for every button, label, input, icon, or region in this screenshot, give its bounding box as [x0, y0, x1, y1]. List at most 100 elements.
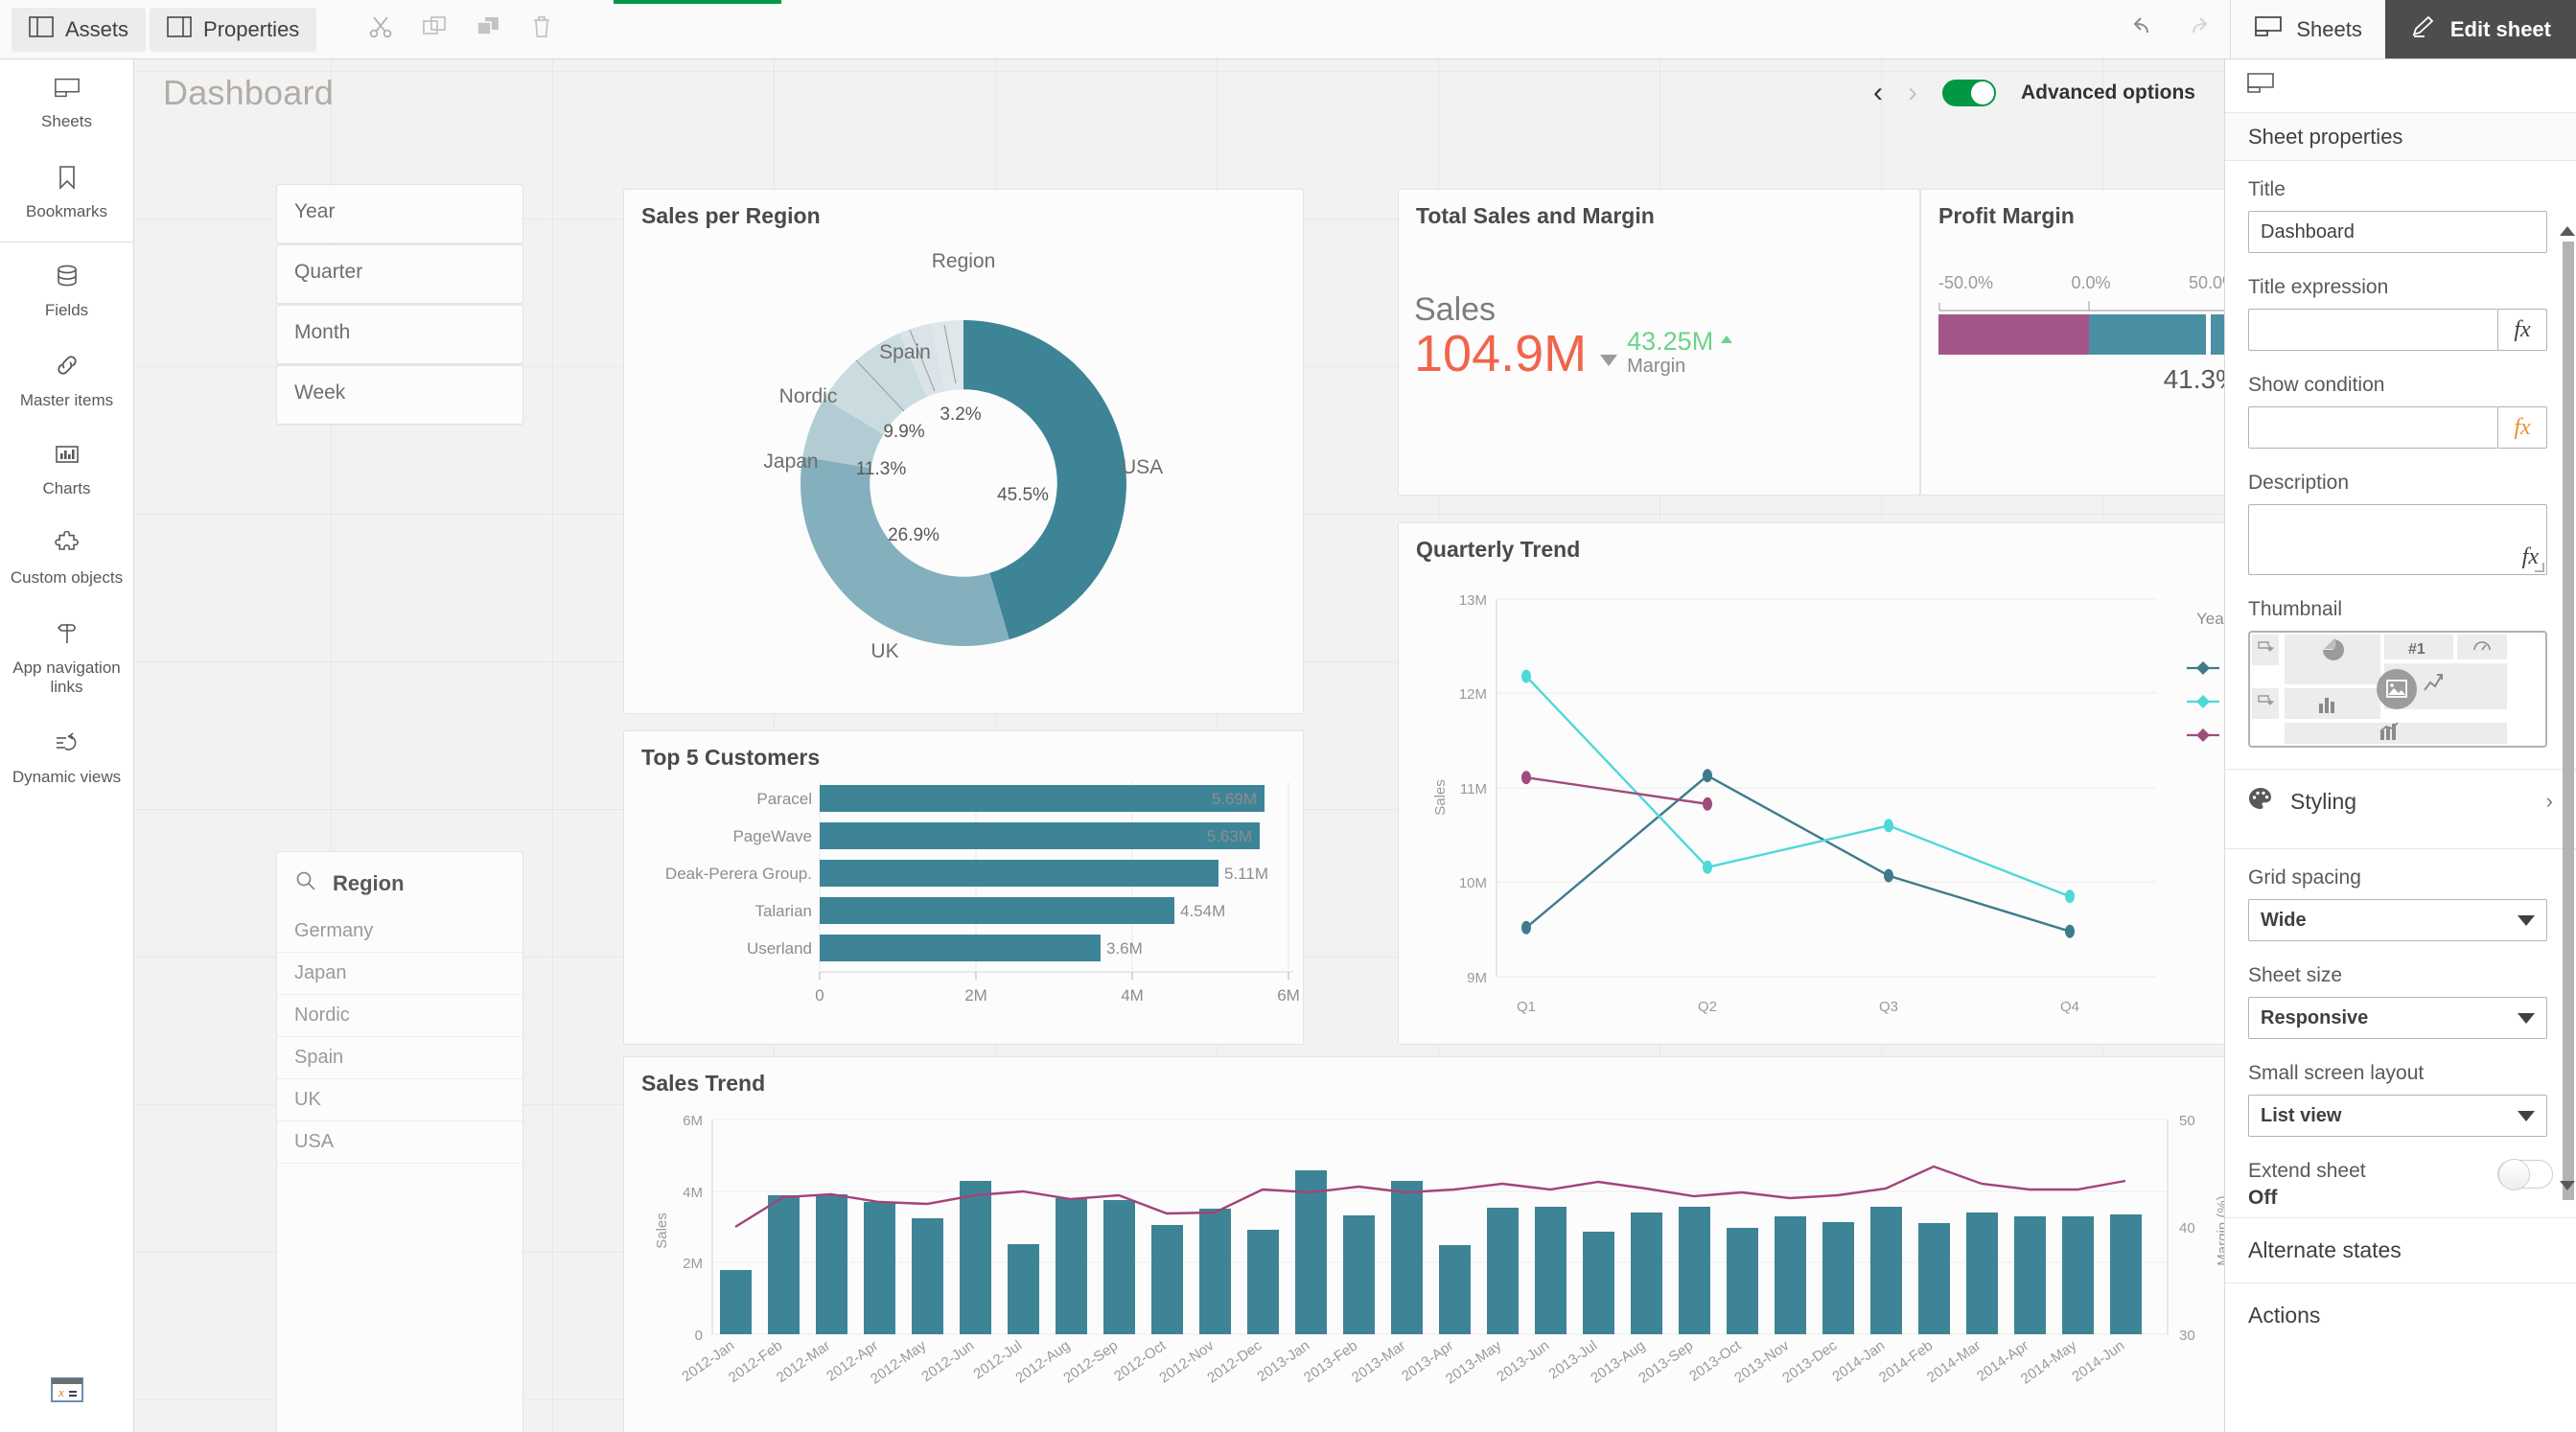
rail-item-custom-objects[interactable]: Custom objects [0, 514, 133, 604]
chart-title: Top 5 Customers [641, 745, 821, 770]
y-axis-label: Sales [1432, 779, 1449, 816]
xtick-6m: 6M [1277, 986, 1300, 1005]
legend-item-2014: 2014 [2187, 728, 2219, 742]
cut-button[interactable] [356, 5, 406, 55]
gauge-profit-margin[interactable]: Profit Margin -50.0% 0.0% 50.0% [1920, 189, 2224, 496]
rail-item-master-items[interactable]: Master items [0, 335, 133, 426]
bar-userland [820, 935, 1101, 961]
rail-label: Custom objects [10, 568, 124, 588]
legend-item-2013: 2013 [2187, 695, 2219, 708]
kpi-total-sales-and-margin[interactable]: Total Sales and Margin Sales 104.9M 43.2… [1398, 189, 1920, 496]
rail-item-sheets[interactable]: Sheets [0, 59, 133, 148]
properties-scrollbar-thumb[interactable] [2563, 242, 2574, 1200]
alternate-states-row[interactable]: Alternate states [2225, 1217, 2576, 1282]
paste-button[interactable] [463, 5, 513, 55]
thumbnail-label: Thumbnail [2248, 598, 2343, 620]
copy-button[interactable] [409, 5, 459, 55]
assets-button[interactable]: Assets [12, 7, 147, 52]
rail-label: Sheets [41, 112, 92, 131]
donut-label-uk: UK [870, 640, 898, 662]
filter-box-month[interactable]: Month [276, 305, 523, 364]
list-item[interactable]: UK [277, 1079, 522, 1121]
styling-row[interactable]: Styling › [2225, 770, 2576, 833]
canvas-header: Dashboard ‹ › Advanced options [134, 59, 2224, 127]
sheet-icon [54, 77, 81, 104]
thumbnail-preview[interactable]: #1 [2248, 631, 2547, 748]
actions-row[interactable]: Actions [2225, 1282, 2576, 1348]
scroll-down-arrow-icon[interactable] [2560, 1181, 2575, 1190]
properties-label: Properties [203, 16, 300, 41]
listbox-header: Region [277, 852, 522, 911]
show-condition-input[interactable] [2248, 406, 2497, 449]
filter-box-week[interactable]: Week [276, 365, 523, 425]
donut-label-nordic: Nordic [779, 385, 838, 407]
sheets-button[interactable]: Sheets [2231, 0, 2385, 58]
bar-value-talarian: 4.54M [1180, 902, 1225, 920]
description-textarea[interactable]: fx [2248, 504, 2547, 575]
title-input[interactable]: Dashboard [2248, 211, 2547, 253]
list-item[interactable]: USA [277, 1121, 522, 1164]
variables-icon[interactable]: x [50, 1377, 83, 1407]
filter-label: Month [294, 321, 351, 343]
ytick-9m: 9M [1467, 970, 1487, 986]
advanced-options-toggle[interactable] [1941, 80, 1996, 106]
edit-sheet-button[interactable]: Edit sheet [2384, 0, 2576, 58]
gauge-min-label: -50.0% [1938, 273, 1994, 292]
ytick-11m: 11M [1460, 781, 1487, 797]
chart-top-5-customers[interactable]: Top 5 Customers Paracel PageWave Deak-Pe… [623, 730, 1304, 1045]
filter-box-quarter[interactable]: Quarter [276, 244, 523, 304]
properties-scroll-area[interactable]: Title Dashboard Title expression fx Show… [2225, 161, 2576, 1432]
rail-item-bookmarks[interactable]: Bookmarks [0, 148, 133, 238]
thumbnail-mini-layout: #1 [2252, 635, 2507, 744]
x-axis-ticks: 2012-Jan 2012-Feb 2012-Mar 2012-Apr 2012… [679, 1337, 2127, 1388]
filter-label: Week [294, 381, 346, 404]
chevron-right-icon[interactable]: › [1908, 79, 1917, 107]
title-expression-fx-button[interactable]: fx [2497, 309, 2547, 351]
qlik-sense-app: Assets Properties Sheets Edit sheet Shee… [0, 0, 2576, 1432]
list-item[interactable]: Nordic [277, 995, 522, 1037]
kpi-primary-value: 104.9M [1414, 325, 1588, 383]
grid-spacing-select[interactable]: Wide [2248, 899, 2547, 941]
extend-sheet-group: Extend sheet Off [2225, 1143, 2576, 1217]
delete-button[interactable] [517, 5, 567, 55]
donut-label-usa: USA [1122, 456, 1163, 478]
chevron-left-icon[interactable]: ‹ [1873, 79, 1883, 107]
filter-box-year[interactable]: Year [276, 184, 523, 243]
xtick: 2013-Dec [1779, 1337, 1840, 1387]
list-item[interactable]: Spain [277, 1037, 522, 1079]
point-2012-q4 [2065, 924, 2075, 938]
filter-listbox-region[interactable]: Region Germany Japan Nordic Spain UK USA [276, 851, 523, 1432]
extend-sheet-toggle[interactable] [2497, 1159, 2553, 1190]
sheet-size-select[interactable]: Responsive [2248, 997, 2547, 1039]
donut-pct-japan: 11.3% [856, 459, 907, 479]
rail-item-app-navigation-links[interactable]: App navigation links [0, 604, 133, 713]
undo-button[interactable] [2111, 0, 2170, 58]
donut-label-japan: Japan [763, 450, 818, 473]
title-expression-input[interactable] [2248, 309, 2497, 351]
rail-item-charts[interactable]: Charts [0, 426, 133, 514]
bar-chart-customers-svg: Paracel PageWave Deak-Perera Group. Tala… [665, 782, 1300, 1005]
gauge-tick-labels: -50.0% 0.0% 50.0% [1938, 273, 2224, 293]
listbox-title: Region [333, 870, 405, 895]
grid-spacing-group: Grid spacing Wide [2225, 849, 2576, 947]
rail-item-fields[interactable]: Fields [0, 246, 133, 336]
show-condition-fx-button[interactable]: fx [2497, 406, 2547, 449]
list-item[interactable]: Japan [277, 953, 522, 995]
list-item[interactable]: Germany [277, 911, 522, 953]
chart-quarterly-trend[interactable]: Quarterly Trend 13M 12M 11M 10M 9M Sales… [1398, 522, 2224, 1045]
ytick-6m: 6M [683, 1113, 703, 1129]
chart-sales-trend[interactable]: Sales Trend 6M 4M 2M 0 Sales 50 40 30 Ma… [623, 1056, 2224, 1432]
advanced-options-label: Advanced options [2020, 81, 2195, 104]
top-toolbar: Assets Properties Sheets Edit sheet [0, 0, 2576, 59]
rail-item-dynamic-views[interactable]: Dynamic views [0, 713, 133, 803]
sheet-icon[interactable] [2246, 72, 2275, 100]
properties-button[interactable]: Properties [150, 7, 317, 52]
search-icon[interactable] [294, 869, 317, 897]
chart-sales-per-region[interactable]: Sales per Region Region USA UK Japan Nor… [623, 189, 1304, 714]
small-screen-layout-select[interactable]: List view [2248, 1095, 2547, 1137]
redo-button[interactable] [2170, 0, 2230, 58]
scroll-up-arrow-icon[interactable] [2560, 226, 2575, 236]
description-group: Description fx [2225, 454, 2576, 581]
bar-value-userland: 3.6M [1106, 939, 1143, 958]
resize-handle-icon[interactable] [2535, 563, 2544, 572]
